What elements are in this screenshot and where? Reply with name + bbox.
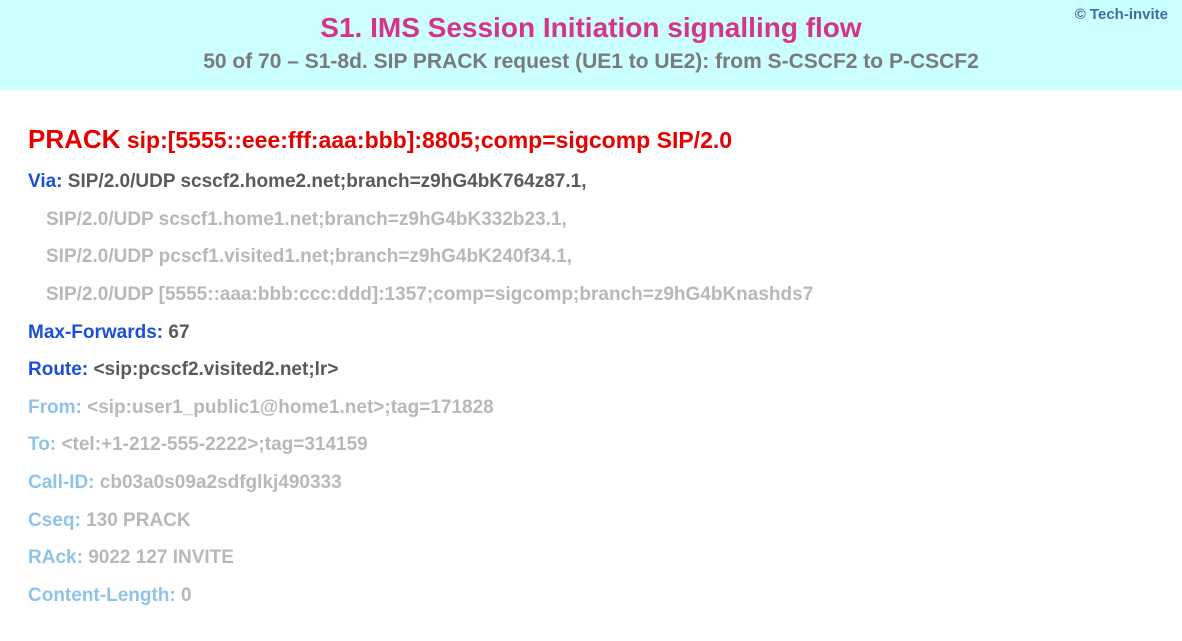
header-value: 0 bbox=[181, 585, 192, 606]
from-header: From: <sip:user1_public1@home1.net>;tag=… bbox=[28, 395, 1154, 421]
sip-method: PRACK bbox=[28, 124, 120, 154]
header-name: To: bbox=[28, 434, 56, 455]
page-title: S1. IMS Session Initiation signalling fl… bbox=[20, 12, 1162, 44]
header-value: 67 bbox=[168, 322, 189, 343]
header-name: Route: bbox=[28, 359, 88, 380]
header-band: © Tech-invite S1. IMS Session Initiation… bbox=[0, 0, 1182, 90]
content-length-header: Content-Length: 0 bbox=[28, 583, 1154, 609]
header-value: <sip:user1_public1@home1.net>;tag=171828 bbox=[87, 397, 494, 418]
max-forwards-header: Max-Forwards: 67 bbox=[28, 320, 1154, 346]
sip-request-uri: sip:[5555::eee:fff:aaa:bbb]:8805;comp=si… bbox=[127, 127, 732, 153]
header-name: Content-Length: bbox=[28, 585, 176, 606]
header-name: From: bbox=[28, 397, 82, 418]
header-name: Call-ID: bbox=[28, 472, 95, 493]
copyright: © Tech-invite bbox=[1075, 6, 1168, 23]
header-value: SIP/2.0/UDP scscf2.home2.net;branch=z9hG… bbox=[68, 171, 587, 192]
cseq-header: Cseq: 130 PRACK bbox=[28, 508, 1154, 534]
header-value: 9022 127 INVITE bbox=[88, 547, 234, 568]
call-id-header: Call-ID: cb03a0s09a2sdfglkj490333 bbox=[28, 470, 1154, 496]
via-header: Via: SIP/2.0/UDP scscf2.home2.net;branch… bbox=[28, 169, 1154, 195]
via-continuation: SIP/2.0/UDP scscf1.home1.net;branch=z9hG… bbox=[28, 207, 1154, 233]
header-value: 130 PRACK bbox=[86, 510, 191, 531]
header-name: Cseq: bbox=[28, 510, 81, 531]
header-value: cb03a0s09a2sdfglkj490333 bbox=[100, 472, 342, 493]
via-continuation: SIP/2.0/UDP pcscf1.visited1.net;branch=z… bbox=[28, 244, 1154, 270]
header-name: Max-Forwards: bbox=[28, 322, 163, 343]
rack-header: RAck: 9022 127 INVITE bbox=[28, 545, 1154, 571]
route-header: Route: <sip:pcscf2.visited2.net;lr> bbox=[28, 357, 1154, 383]
sip-message-body: PRACK sip:[5555::eee:fff:aaa:bbb]:8805;c… bbox=[0, 90, 1182, 641]
to-header: To: <tel:+1-212-555-2222>;tag=314159 bbox=[28, 432, 1154, 458]
header-value: <sip:pcscf2.visited2.net;lr> bbox=[93, 359, 338, 380]
request-line: PRACK sip:[5555::eee:fff:aaa:bbb]:8805;c… bbox=[28, 124, 1154, 155]
header-value: <tel:+1-212-555-2222>;tag=314159 bbox=[61, 434, 367, 455]
header-name: RAck: bbox=[28, 547, 83, 568]
header-name: Via: bbox=[28, 171, 63, 192]
via-continuation: SIP/2.0/UDP [5555::aaa:bbb:ccc:ddd]:1357… bbox=[28, 282, 1154, 308]
page-subtitle: 50 of 70 – S1-8d. SIP PRACK request (UE1… bbox=[20, 50, 1162, 74]
